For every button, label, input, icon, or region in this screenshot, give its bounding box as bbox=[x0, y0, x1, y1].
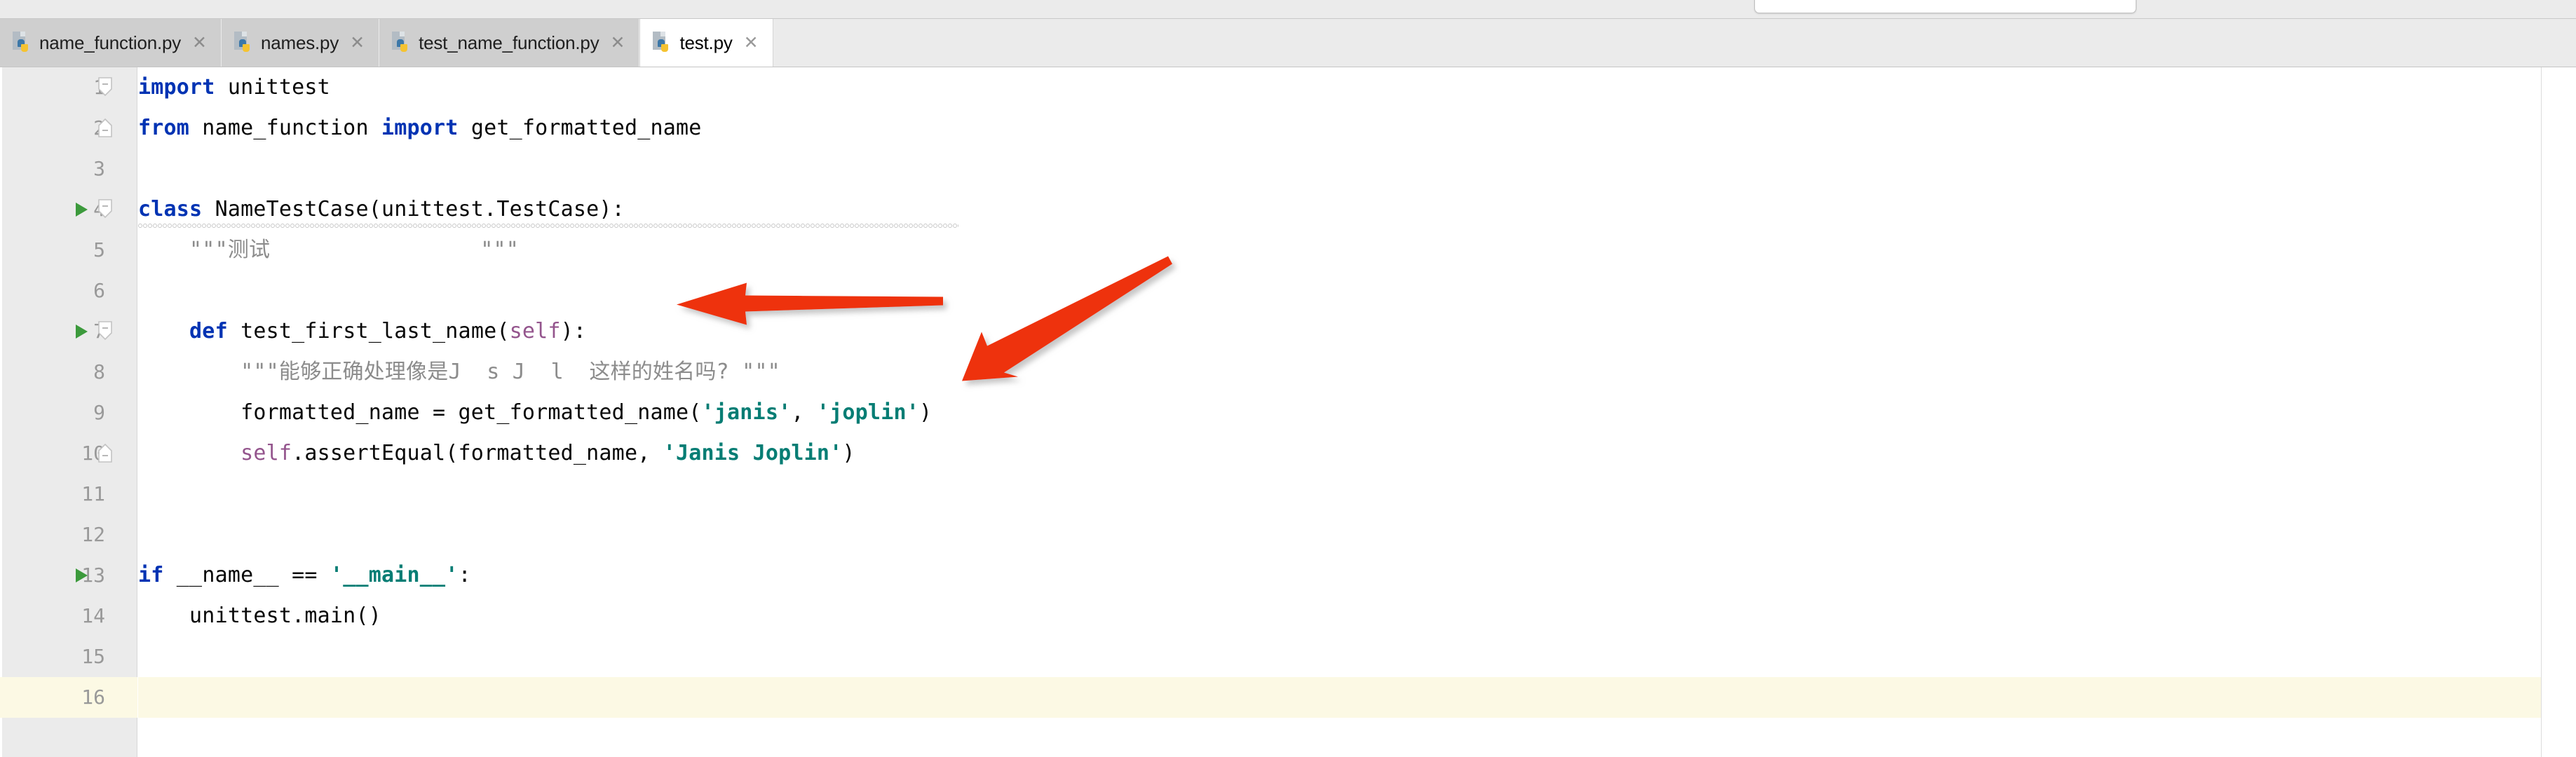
line-number: 6 bbox=[93, 279, 105, 302]
editor-tab-label: test_name_function.py bbox=[419, 32, 599, 53]
python-file-icon bbox=[392, 32, 410, 54]
code-line[interactable]: 11 bbox=[0, 474, 2576, 514]
close-icon[interactable]: ✕ bbox=[744, 34, 759, 52]
code-line[interactable]: 4class NameTestCase(unittest.TestCase): bbox=[0, 189, 2576, 230]
code-text: unittest.main() bbox=[138, 603, 381, 628]
editor-tab-test-py[interactable]: test.py ✕ bbox=[639, 19, 773, 67]
line-number: 2 bbox=[0, 108, 105, 149]
editor-right-divider bbox=[2541, 67, 2542, 757]
line-number: 11 bbox=[81, 482, 105, 505]
close-icon[interactable]: ✕ bbox=[192, 34, 207, 52]
code-text: import unittest bbox=[138, 75, 330, 100]
code-line[interactable]: 8 """能够正确处理像是J s J l 这样的姓名吗? """ bbox=[0, 352, 2576, 393]
run-arrow-icon[interactable] bbox=[76, 568, 88, 582]
top-toolbar-strip bbox=[0, 0, 2576, 19]
warning-squiggle bbox=[138, 221, 958, 228]
code-line[interactable]: 15 bbox=[0, 636, 2576, 677]
code-line[interactable]: 14 unittest.main() bbox=[0, 596, 2576, 636]
line-number: 10 bbox=[81, 442, 105, 465]
line-number: 15 bbox=[81, 645, 105, 668]
code-fold-icon[interactable] bbox=[97, 76, 114, 97]
editor-tab-label: names.py bbox=[261, 32, 339, 53]
line-number: 4 bbox=[0, 189, 105, 230]
code-text: def test_first_last_name(self): bbox=[189, 319, 587, 343]
code-line[interactable]: 9 formatted_name = get_formatted_name('j… bbox=[0, 393, 2576, 433]
editor-tab-test_name_function-py[interactable]: test_name_function.py ✕ bbox=[379, 19, 640, 67]
code-lines: 1 import unittest 2 from name_function impo… bbox=[0, 67, 2576, 718]
line-number: 16 bbox=[81, 686, 105, 709]
code-line[interactable]: 13 if __name__ == '__main__': bbox=[0, 555, 2576, 596]
line-number: 3 bbox=[93, 157, 105, 180]
line-code-bg bbox=[138, 271, 2541, 311]
line-code-bg bbox=[138, 514, 2541, 555]
code-text: self.assertEqual(formatted_name, 'Janis … bbox=[138, 441, 855, 465]
run-arrow-icon[interactable] bbox=[76, 203, 88, 217]
code-line[interactable]: 10 self.assertEqual(formatted_name, 'Jan… bbox=[0, 433, 2576, 474]
run-arrow-icon[interactable] bbox=[76, 325, 88, 339]
code-fold-icon[interactable] bbox=[97, 442, 114, 463]
python-file-icon bbox=[234, 32, 252, 54]
code-fold-icon[interactable] bbox=[97, 198, 114, 219]
code-fold-icon[interactable] bbox=[97, 117, 114, 138]
python-file-icon bbox=[653, 32, 671, 54]
line-code-bg bbox=[138, 149, 2541, 189]
line-number: 8 bbox=[93, 360, 105, 383]
editor-tab-name_function-py[interactable]: name_function.py ✕ bbox=[0, 19, 222, 67]
editor-tab-label: test.py bbox=[679, 32, 733, 53]
editor-tab-bar: name_function.py ✕ names.py ✕ test_name_func… bbox=[0, 19, 2576, 67]
code-fold-icon[interactable] bbox=[97, 320, 114, 341]
line-number: 7 bbox=[0, 311, 105, 352]
code-line[interactable]: 6 bbox=[0, 271, 2576, 311]
editor-tab-label: name_function.py bbox=[39, 32, 182, 53]
line-code-bg bbox=[138, 67, 2541, 108]
code-line[interactable]: 5 """测试 """ bbox=[0, 230, 2576, 271]
line-number: 1 bbox=[0, 67, 105, 108]
close-icon[interactable]: ✕ bbox=[350, 34, 365, 52]
code-text: """测试 """ bbox=[138, 238, 520, 262]
line-code-bg bbox=[138, 636, 2541, 677]
code-line[interactable]: 7 def test_first_last_name(self): bbox=[0, 311, 2576, 352]
code-line[interactable]: 16 bbox=[0, 677, 2576, 718]
line-number: 5 bbox=[93, 238, 105, 261]
line-number: 9 bbox=[93, 401, 105, 424]
code-text: if __name__ == '__main__': bbox=[138, 563, 471, 587]
line-code-bg bbox=[138, 677, 2541, 718]
search-input[interactable] bbox=[1754, 0, 2136, 13]
line-code-bg bbox=[138, 474, 2541, 514]
line-number: 12 bbox=[81, 523, 105, 546]
code-line[interactable]: 2 from name_function import get_formatted… bbox=[0, 108, 2576, 149]
code-line[interactable]: 12 bbox=[0, 514, 2576, 555]
line-number: 14 bbox=[81, 604, 105, 627]
close-icon[interactable]: ✕ bbox=[611, 34, 625, 52]
code-editor[interactable]: 1 import unittest 2 from name_function impo… bbox=[0, 67, 2576, 757]
code-line[interactable]: 1 import unittest bbox=[0, 67, 2576, 108]
editor-tab-names-py[interactable]: names.py ✕ bbox=[222, 19, 380, 67]
code-text: formatted_name = get_formatted_name('jan… bbox=[138, 400, 933, 425]
line-number: 13 bbox=[81, 564, 105, 587]
code-text: from name_function import get_formatted_… bbox=[138, 116, 702, 140]
line-code-bg bbox=[138, 596, 2541, 636]
code-text: """能够正确处理像是J s J l 这样的姓名吗? """ bbox=[138, 360, 780, 384]
line-code-bg bbox=[138, 555, 2541, 596]
code-line[interactable]: 3 bbox=[0, 149, 2576, 189]
python-file-icon bbox=[13, 32, 31, 54]
